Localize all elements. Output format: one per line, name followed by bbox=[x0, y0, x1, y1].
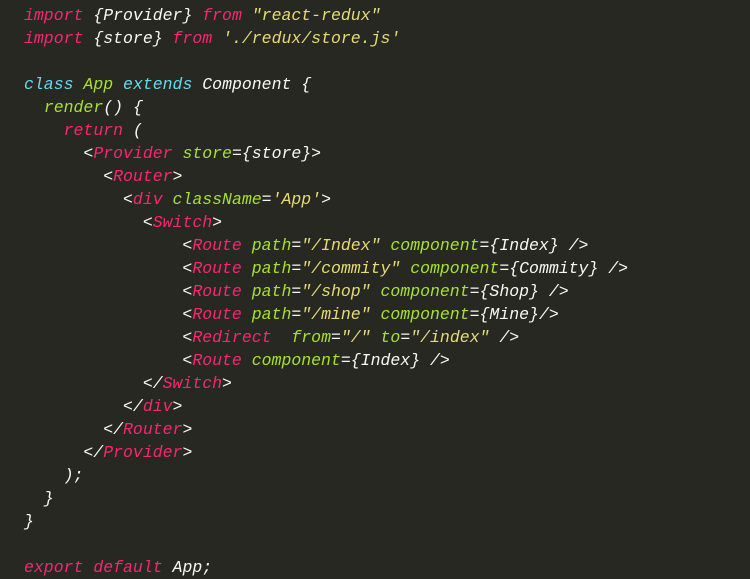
code-line bbox=[24, 50, 750, 73]
code-line: class App extends Component { bbox=[24, 73, 750, 96]
code-line: render() { bbox=[24, 96, 750, 119]
code-line: <Route path="/commity" component={Commit… bbox=[24, 257, 750, 280]
code-line: import {Provider} from "react-redux" bbox=[24, 4, 750, 27]
code-line: <Route path="/shop" component={Shop} /> bbox=[24, 280, 750, 303]
code-line: } bbox=[24, 487, 750, 510]
code-line: return ( bbox=[24, 119, 750, 142]
code-line: <Switch> bbox=[24, 211, 750, 234]
code-line: ); bbox=[24, 464, 750, 487]
code-line: <Route path="/mine" component={Mine}/> bbox=[24, 303, 750, 326]
code-line: <Route path="/Index" component={Index} /… bbox=[24, 234, 750, 257]
code-line bbox=[24, 533, 750, 556]
code-line: <Route component={Index} /> bbox=[24, 349, 750, 372]
code-line: </Provider> bbox=[24, 441, 750, 464]
code-line: <div className='App'> bbox=[24, 188, 750, 211]
code-line: import {store} from './redux/store.js' bbox=[24, 27, 750, 50]
code-line: <Router> bbox=[24, 165, 750, 188]
code-line: </div> bbox=[24, 395, 750, 418]
code-line: <Provider store={store}> bbox=[24, 142, 750, 165]
code-line: } bbox=[24, 510, 750, 533]
code-line: </Router> bbox=[24, 418, 750, 441]
code-line: <Redirect from="/" to="/index" /> bbox=[24, 326, 750, 349]
code-editor[interactable]: import {Provider} from "react-redux"impo… bbox=[0, 0, 750, 579]
code-line: </Switch> bbox=[24, 372, 750, 395]
